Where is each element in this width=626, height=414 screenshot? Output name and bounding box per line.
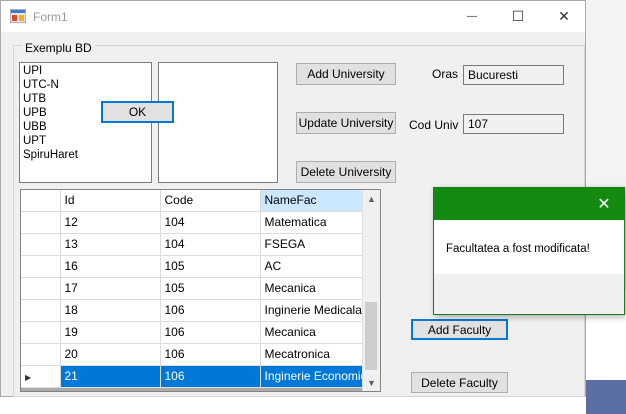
cell-code[interactable]: 106 (160, 365, 261, 388)
maximize-button[interactable]: ☐ (495, 1, 541, 32)
grid-vertical-scrollbar[interactable]: ▲ ▼ (362, 190, 380, 391)
group-box-label: Exemplu BD (22, 41, 95, 55)
row-header[interactable] (21, 255, 61, 278)
message-dialog: ✕ Facultatea a fost modificata! (433, 187, 625, 315)
cell-id[interactable]: 12 (60, 211, 161, 234)
cell-namefac[interactable]: Matematica (260, 211, 379, 234)
university-list-item[interactable]: UPI (23, 64, 148, 78)
table-row[interactable]: 16 105 AC (21, 255, 379, 278)
dialog-title-bar[interactable]: ✕ (434, 188, 624, 220)
cell-id[interactable]: 16 (60, 255, 161, 278)
dialog-close-button[interactable]: ✕ (584, 188, 624, 220)
maximize-icon: ☐ (511, 8, 525, 24)
column-header-namefac[interactable]: NameFac (260, 190, 379, 212)
cell-code[interactable]: 106 (160, 321, 261, 344)
grid-corner-header (21, 190, 61, 212)
cell-id[interactable]: 17 (60, 277, 161, 300)
cell-namefac[interactable]: FSEGA (260, 233, 379, 256)
cell-namefac[interactable]: Inginerie Medicala (260, 299, 379, 322)
row-header[interactable] (21, 299, 61, 322)
secondary-listbox[interactable] (158, 62, 278, 183)
close-icon: ✕ (558, 8, 570, 24)
table-row[interactable]: 17 105 Mecanica (21, 277, 379, 300)
dialog-ok-button[interactable]: OK (101, 101, 174, 123)
window-title: Form1 (33, 10, 68, 24)
university-list-item[interactable]: UPT (23, 134, 148, 148)
oras-label: Oras (432, 67, 459, 81)
table-row[interactable]: 20 106 Mecatronica (21, 343, 379, 366)
cell-namefac[interactable]: Mecanica (260, 321, 379, 344)
table-row[interactable]: 19 106 Mecanica (21, 321, 379, 344)
cod-univ-label: Cod Univ (409, 118, 459, 132)
scroll-down-arrow-icon[interactable]: ▼ (363, 374, 380, 391)
table-row[interactable]: 13 104 FSEGA (21, 233, 379, 256)
row-header[interactable] (21, 277, 61, 300)
minimize-icon: — (467, 11, 477, 22)
cell-namefac[interactable]: AC (260, 255, 379, 278)
cell-namefac[interactable]: Inginerie Economica (260, 365, 379, 388)
faculties-grid[interactable]: Id Code NameFac 12 104 Matematica 13 104 FSEG… (20, 189, 381, 392)
table-row[interactable]: 18 106 Inginerie Medicala (21, 299, 379, 322)
cell-code[interactable]: 106 (160, 343, 261, 366)
close-icon: ✕ (597, 196, 611, 213)
row-header[interactable]: ▶ (21, 365, 61, 388)
row-header[interactable] (21, 321, 61, 344)
university-list-item[interactable]: SpiruHaret (23, 148, 148, 162)
university-list-item[interactable]: UTC-N (23, 78, 148, 92)
row-header[interactable] (21, 211, 61, 234)
delete-university-button[interactable]: Delete University (296, 161, 396, 183)
app-icon (10, 9, 26, 23)
column-header-id[interactable]: Id (60, 190, 161, 212)
row-header[interactable] (21, 233, 61, 256)
cell-id[interactable]: 19 (60, 321, 161, 344)
dialog-message: Facultatea a fost modificata! (446, 243, 590, 255)
cell-code[interactable]: 105 (160, 255, 261, 278)
cell-id[interactable]: 21 (60, 365, 161, 388)
minimize-button[interactable]: — (449, 1, 495, 32)
table-row[interactable]: 12 104 Matematica (21, 211, 379, 234)
cell-namefac[interactable]: Mecatronica (260, 343, 379, 366)
update-university-button[interactable]: Update University (296, 112, 396, 134)
table-row[interactable]: ▶ 21 106 Inginerie Economica (21, 365, 379, 388)
title-bar[interactable]: Form1 — ☐ ✕ (1, 1, 585, 32)
scroll-thumb[interactable] (365, 302, 377, 370)
background-taskbar-strip (586, 380, 626, 414)
cell-namefac[interactable]: Mecanica (260, 277, 379, 300)
oras-field[interactable]: Bucuresti (463, 65, 564, 85)
current-row-indicator-icon: ▶ (25, 373, 32, 382)
add-faculty-button[interactable]: Add Faculty (411, 319, 508, 340)
add-university-button[interactable]: Add University (296, 63, 396, 85)
cell-id[interactable]: 13 (60, 233, 161, 256)
cell-code[interactable]: 104 (160, 211, 261, 234)
row-header[interactable] (21, 343, 61, 366)
cell-id[interactable]: 18 (60, 299, 161, 322)
scroll-up-arrow-icon[interactable]: ▲ (363, 190, 380, 207)
close-button[interactable]: ✕ (541, 1, 587, 32)
column-header-code[interactable]: Code (160, 190, 261, 212)
cell-code[interactable]: 106 (160, 299, 261, 322)
delete-faculty-button[interactable]: Delete Faculty (411, 372, 508, 393)
cell-code[interactable]: 105 (160, 277, 261, 300)
cod-univ-field[interactable]: 107 (463, 114, 564, 134)
cell-code[interactable]: 104 (160, 233, 261, 256)
cell-id[interactable]: 20 (60, 343, 161, 366)
dialog-footer (434, 274, 624, 314)
